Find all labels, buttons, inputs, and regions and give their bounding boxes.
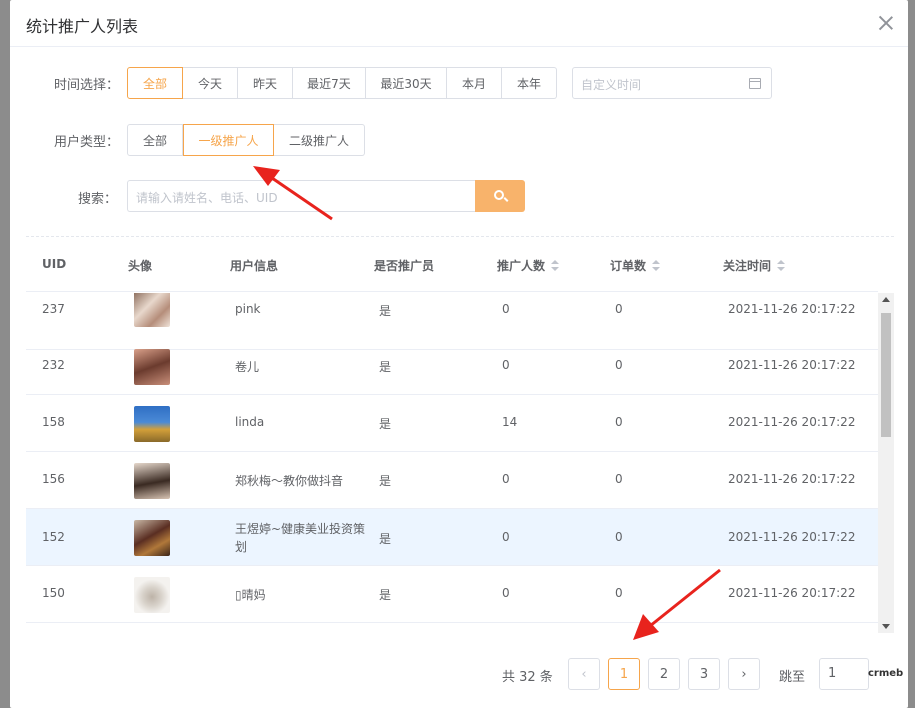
annotation-arrows xyxy=(253,166,721,640)
arrow-to-level1-filter xyxy=(253,166,333,221)
arrow-to-page-1 xyxy=(633,568,721,640)
